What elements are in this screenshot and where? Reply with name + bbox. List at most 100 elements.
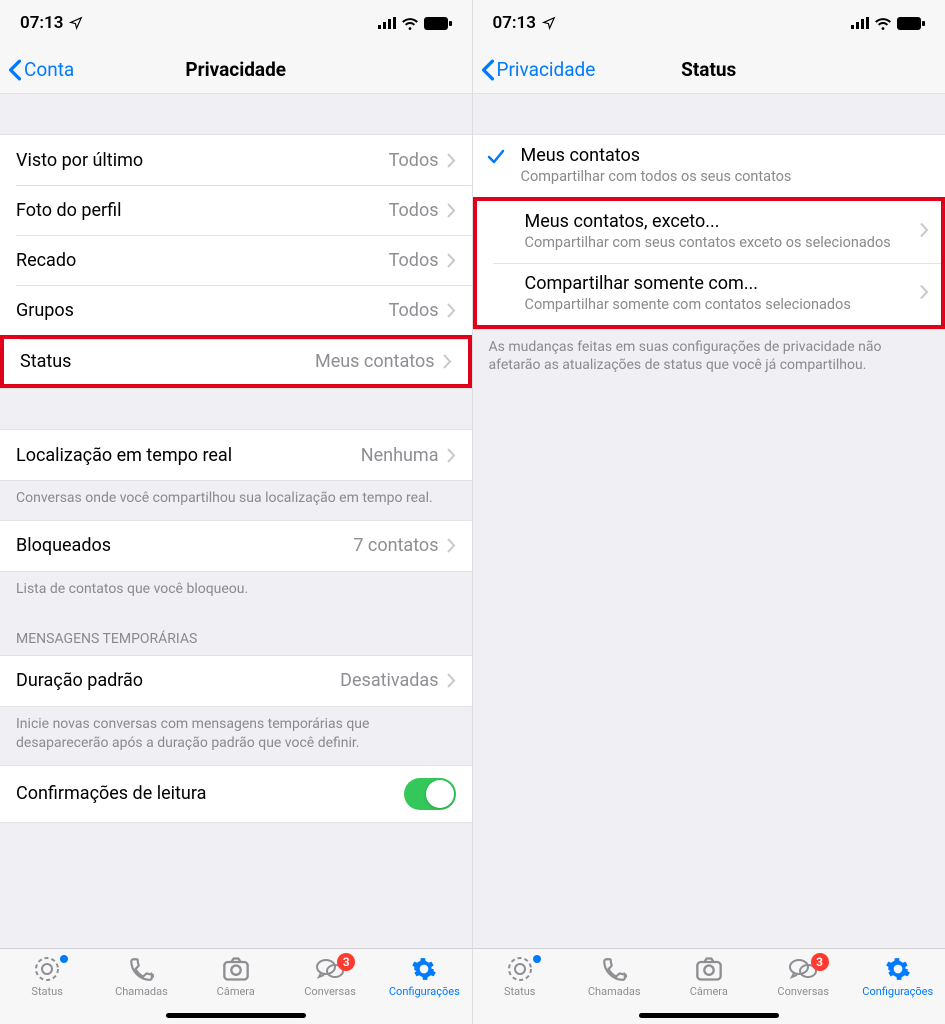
phone-privacy: 07:13 Conta Privacidade	[0, 0, 473, 1024]
option-subtitle: Compartilhar com seus contatos exceto os…	[525, 234, 926, 253]
wifi-icon	[401, 17, 419, 30]
page-title: Privacidade	[185, 58, 286, 81]
row-value: Todos	[389, 250, 439, 271]
blocked-footer: Lista de contatos que você bloqueou.	[0, 572, 472, 611]
status-time: 07:13	[493, 13, 536, 33]
tab-settings[interactable]: Configurações	[377, 955, 471, 998]
duration-footer: Inicie novas conversas com mensagens tem…	[0, 707, 472, 765]
gear-icon	[885, 955, 911, 983]
location-footer: Conversas onde você compartilhou sua loc…	[0, 481, 472, 520]
row-value: 7 contatos	[353, 535, 438, 556]
row-value: Nenhuma	[361, 445, 439, 466]
home-indicator[interactable]	[639, 1013, 779, 1018]
highlighted-options: Meus contatos, exceto... Compartilhar co…	[473, 197, 945, 329]
back-button[interactable]: Privacidade	[481, 58, 596, 81]
camera-icon	[695, 955, 723, 983]
chevron-right-icon	[447, 448, 456, 463]
tab-chats[interactable]: 3 Conversas	[756, 955, 851, 998]
row-label: Duração padrão	[16, 670, 143, 691]
row-value: Meus contatos	[315, 351, 435, 372]
privacy-group-location: Localização em tempo real Nenhuma	[0, 429, 472, 481]
chevron-right-icon	[920, 284, 929, 303]
row-last-seen[interactable]: Visto por último Todos	[0, 135, 472, 185]
location-arrow-icon	[69, 16, 83, 30]
chevron-right-icon	[447, 673, 456, 688]
tab-settings[interactable]: Configurações	[851, 955, 945, 998]
row-default-duration[interactable]: Duração padrão Desativadas	[0, 656, 472, 706]
status-ring-icon	[507, 955, 533, 983]
option-title: Meus contatos, exceto...	[525, 211, 926, 232]
row-status[interactable]: Status Meus contatos	[0, 335, 472, 388]
option-subtitle: Compartilhar somente com contatos seleci…	[525, 296, 926, 315]
row-label: Visto por último	[16, 150, 143, 171]
chevron-right-icon	[447, 538, 456, 553]
back-label: Conta	[24, 58, 74, 81]
nav-bar: Privacidade Status	[473, 46, 945, 94]
row-value: Todos	[389, 150, 439, 171]
tab-calls[interactable]: Chamadas	[94, 955, 188, 998]
option-subtitle: Compartilhar com todos os seus contatos	[521, 168, 930, 187]
temp-messages-header: MENSAGENS TEMPORÁRIAS	[0, 611, 472, 655]
chevron-right-icon	[447, 153, 456, 168]
tab-calls[interactable]: Chamadas	[567, 955, 662, 998]
status-time: 07:13	[20, 13, 63, 33]
page-title: Status	[681, 58, 736, 81]
status-ring-icon	[34, 955, 60, 983]
privacy-group-read: Confirmações de leitura	[0, 765, 472, 823]
row-label: Status	[20, 351, 71, 372]
wifi-icon	[874, 17, 892, 30]
option-only-share-with[interactable]: Compartilhar somente com... Compartilhar…	[477, 263, 942, 325]
home-indicator[interactable]	[166, 1013, 306, 1018]
option-title: Meus contatos	[521, 145, 930, 166]
tab-label: Configurações	[389, 985, 460, 998]
row-profile-photo[interactable]: Foto do perfil Todos	[0, 185, 472, 235]
tab-chats[interactable]: 3 Conversas	[283, 955, 377, 998]
tab-label: Câmera	[690, 985, 728, 998]
badge-count: 3	[811, 953, 829, 971]
row-label: Bloqueados	[16, 535, 111, 556]
status-footer: As mudanças feitas em suas configurações…	[473, 330, 945, 388]
row-label: Localização em tempo real	[16, 445, 232, 466]
content-scroll[interactable]: Visto por último Todos Foto do perfil To…	[0, 94, 472, 948]
notification-dot-icon	[533, 955, 541, 963]
cellular-signal-icon	[851, 17, 869, 29]
tab-label: Conversas	[304, 985, 356, 998]
tab-label: Configurações	[862, 985, 933, 998]
row-about[interactable]: Recado Todos	[0, 235, 472, 285]
tab-status[interactable]: Status	[0, 955, 94, 998]
tab-status[interactable]: Status	[473, 955, 568, 998]
tab-camera[interactable]: Câmera	[189, 955, 283, 998]
badge-count: 3	[337, 953, 355, 971]
battery-icon	[897, 17, 925, 30]
row-groups[interactable]: Grupos Todos	[0, 285, 472, 335]
camera-icon	[222, 955, 250, 983]
row-label: Confirmações de leitura	[16, 783, 206, 804]
notification-dot-icon	[60, 955, 68, 963]
check-icon	[487, 149, 505, 169]
tab-label: Chamadas	[115, 985, 168, 998]
chevron-right-icon	[447, 303, 456, 318]
gear-icon	[411, 955, 437, 983]
read-receipts-toggle[interactable]	[404, 778, 456, 810]
option-my-contacts[interactable]: Meus contatos Compartilhar com todos os …	[473, 135, 945, 197]
option-my-contacts-except[interactable]: Meus contatos, exceto... Compartilhar co…	[477, 201, 942, 263]
phone-status: 07:13 Privacidade Status	[473, 0, 945, 1024]
back-button[interactable]: Conta	[8, 58, 74, 81]
tab-camera[interactable]: Câmera	[662, 955, 757, 998]
content-scroll[interactable]: Meus contatos Compartilhar com todos os …	[473, 94, 945, 948]
tab-label: Câmera	[217, 985, 255, 998]
nav-bar: Conta Privacidade	[0, 46, 472, 94]
row-live-location[interactable]: Localização em tempo real Nenhuma	[0, 430, 472, 480]
row-read-receipts[interactable]: Confirmações de leitura	[0, 766, 472, 822]
chevron-right-icon	[443, 354, 452, 369]
option-title: Compartilhar somente com...	[525, 273, 926, 294]
status-bar: 07:13	[0, 0, 472, 46]
row-label: Foto do perfil	[16, 200, 121, 221]
row-value: Todos	[389, 300, 439, 321]
tab-label: Status	[31, 985, 62, 998]
row-label: Recado	[16, 250, 76, 271]
privacy-group-1: Visto por último Todos Foto do perfil To…	[0, 134, 472, 389]
status-options-group: Meus contatos Compartilhar com todos os …	[473, 134, 945, 330]
chevron-right-icon	[447, 203, 456, 218]
row-blocked[interactable]: Bloqueados 7 contatos	[0, 521, 472, 571]
